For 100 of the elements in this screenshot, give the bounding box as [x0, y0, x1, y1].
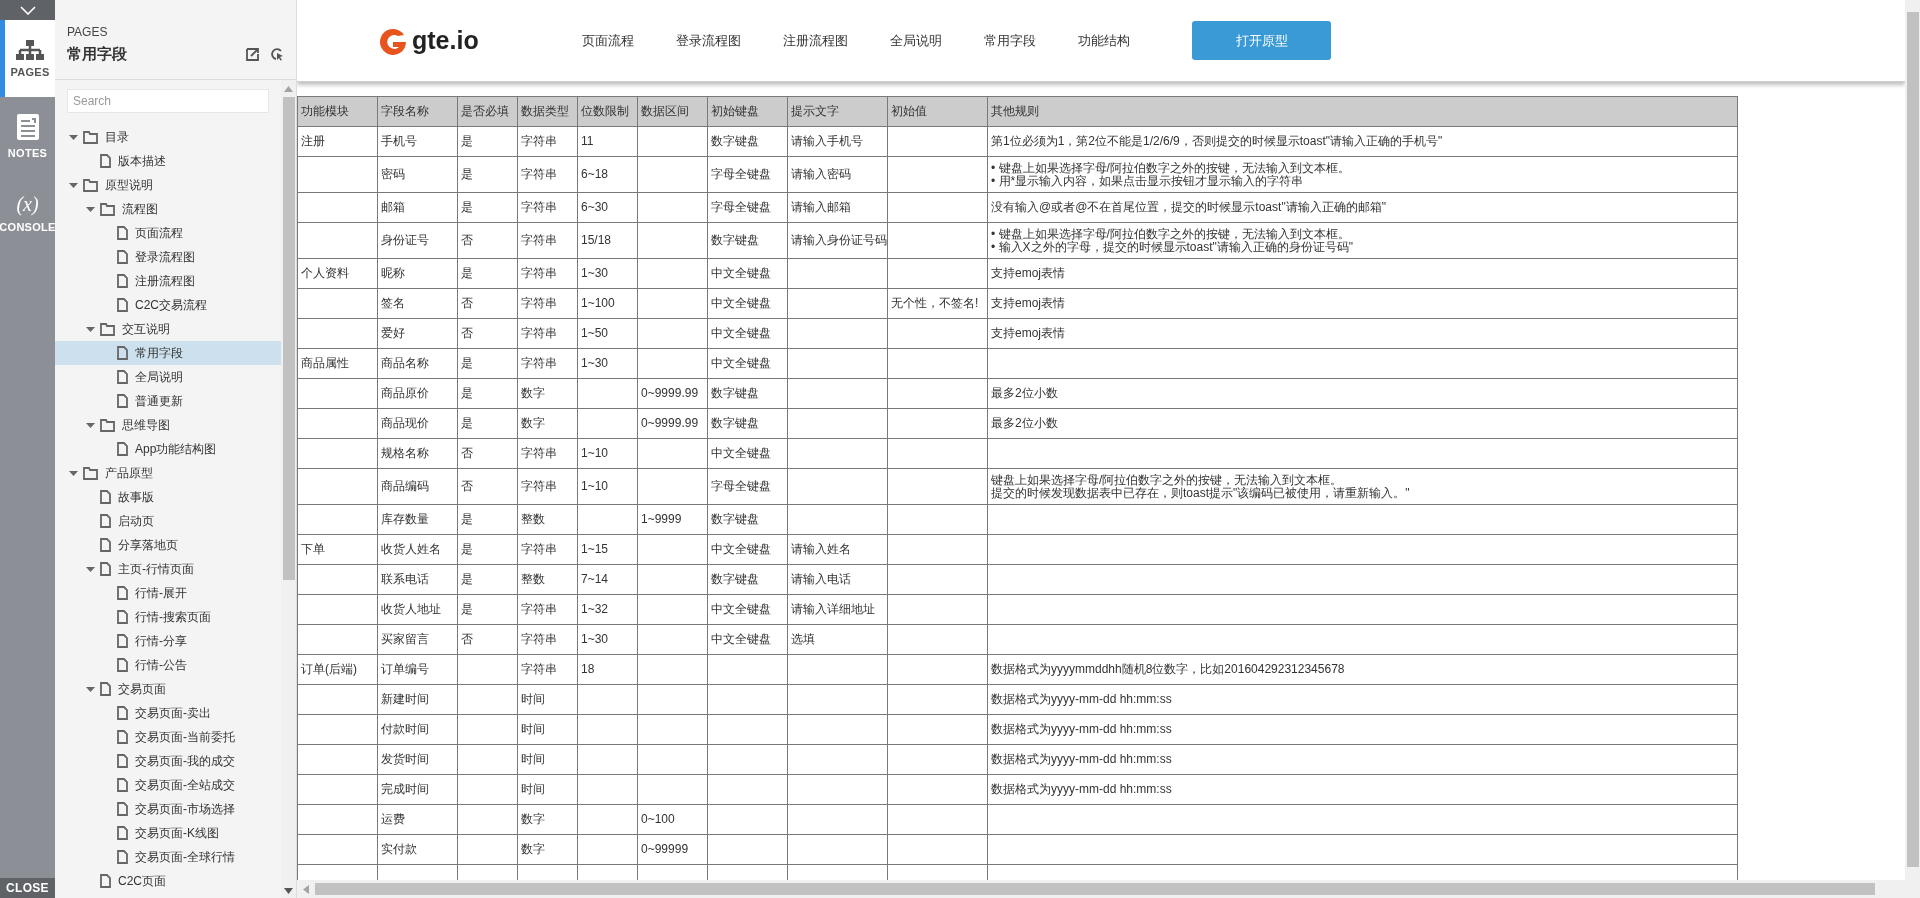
nav-link[interactable]: 登录流程图 [676, 30, 741, 51]
tree-item[interactable]: 行情-搜索页面 [55, 605, 281, 629]
table-cell: 字符串 [517, 594, 578, 625]
table-cell: 数字键盘 [707, 408, 788, 439]
panel-title: 常用字段 [67, 44, 128, 64]
tree-item[interactable]: 注册流程图 [55, 269, 281, 293]
table-cell: 请输入身份证号码 [787, 222, 888, 259]
page-icon [100, 514, 111, 528]
tree-item[interactable]: 全局说明 [55, 365, 281, 389]
table-cell: 数据格式为yyyy-mm-dd hh:mm:ss [987, 744, 1738, 775]
table-cell: 0~9999.99 [637, 408, 708, 439]
scrollbar-thumb[interactable] [1906, 12, 1919, 867]
table-cell: 支持emoj表情 [987, 288, 1738, 319]
tree-item[interactable]: 交易页面 [55, 677, 281, 701]
pages-tab[interactable]: PAGES [0, 20, 55, 97]
tree-item[interactable]: C2C交易流程 [55, 293, 281, 317]
tree-item[interactable]: 故事版 [55, 485, 281, 509]
folder-icon [100, 322, 115, 336]
tree-item[interactable]: 版本描述 [55, 149, 281, 173]
table-cell: 否 [457, 318, 518, 349]
table-cell: 1~30 [577, 348, 638, 379]
tree-item[interactable]: 登录流程图 [55, 245, 281, 269]
tree-item[interactable]: 常用字段 [55, 341, 281, 365]
page-icon [100, 154, 111, 168]
table-cell: 时间 [517, 684, 578, 715]
page-icon [117, 730, 128, 744]
search-field[interactable]: Search [67, 89, 269, 113]
table-cell: 字符串 [517, 654, 578, 685]
tree-item[interactable]: 启动页 [55, 509, 281, 533]
table-cell: 商品名称 [377, 348, 458, 379]
nav-link[interactable]: 功能结构 [1078, 30, 1130, 51]
table-cell: 字母全键盘 [707, 156, 788, 193]
table-cell: 键盘上如果选择字母/阿拉伯数字之外的按键，无法输入到文本框。 提交的时候发现数据表中已存在，则toast提示"该编码已被使用，请重新输入。" [987, 468, 1738, 505]
table-cell: 1~10 [577, 468, 638, 505]
tree-item[interactable]: 行情-分享 [55, 629, 281, 653]
table-cell: 实付款 [377, 834, 458, 865]
tree-item[interactable]: 思维导图 [55, 413, 281, 437]
tree-item[interactable]: 交易页面-全球行情 [55, 845, 281, 869]
table-cell: 商品属性 [297, 348, 378, 379]
table-cell: 字符串 [517, 222, 578, 259]
table-cell: 0~9999.99 [637, 378, 708, 409]
close-button[interactable]: CLOSE [0, 878, 55, 898]
table-cell: 中文全键盘 [707, 288, 788, 319]
page-icon [117, 226, 128, 240]
tree-item[interactable]: 产品原型 [55, 461, 281, 485]
horizontal-scrollbar[interactable] [297, 880, 1905, 898]
tree-item[interactable]: 交易页面-当前委托 [55, 725, 281, 749]
tree-item[interactable]: App功能结构图 [55, 437, 281, 461]
scroll-down-icon[interactable] [284, 888, 293, 894]
variable-icon: (x) [16, 192, 39, 215]
vertical-scrollbar[interactable] [281, 80, 296, 898]
scroll-left-icon[interactable] [303, 884, 309, 894]
page-icon [117, 850, 128, 864]
tree-item[interactable]: 普通更新 [55, 389, 281, 413]
table-cell: 联系电话 [377, 564, 458, 595]
logo-text: gte.io [412, 24, 479, 56]
tree-item[interactable]: 原型说明 [55, 173, 281, 197]
folder-icon [100, 418, 115, 432]
tree-item[interactable]: 交易页面-全站成交 [55, 773, 281, 797]
chevron-down-icon [19, 5, 36, 15]
collapse-button[interactable] [0, 0, 55, 20]
nav-link[interactable]: 常用字段 [984, 30, 1036, 51]
scroll-up-icon[interactable] [284, 86, 293, 92]
scrollbar-thumb[interactable] [315, 883, 1875, 895]
nav-link[interactable]: 页面流程 [582, 30, 634, 51]
table-cell: 付款时间 [377, 714, 458, 745]
tree-item[interactable]: 交易页面-我的成交 [55, 749, 281, 773]
table-cell: 是 [457, 378, 518, 409]
tree-item[interactable]: C2C页面 [55, 869, 281, 893]
export-icon[interactable] [246, 47, 260, 62]
nav-link[interactable]: 注册流程图 [783, 30, 848, 51]
table-cell: 请输入姓名 [787, 534, 888, 565]
vertical-scrollbar[interactable] [1905, 0, 1920, 898]
tree-item[interactable]: 目录 [55, 125, 281, 149]
tree-item[interactable]: 交易页面-市场选择 [55, 797, 281, 821]
collapse-arrow-icon [85, 566, 95, 572]
table-cell: 爱好 [377, 318, 458, 349]
tree-item[interactable]: 流程图 [55, 197, 281, 221]
tree-item[interactable]: 主页-行情页面 [55, 557, 281, 581]
table-cell: 7~14 [577, 564, 638, 595]
table-cell: 数字键盘 [707, 222, 788, 259]
table-cell: 字符串 [517, 318, 578, 349]
tree-item[interactable]: 分享落地页 [55, 533, 281, 557]
table-cell: 1~50 [577, 318, 638, 349]
refresh-cursor-icon[interactable] [270, 47, 284, 62]
scrollbar-thumb[interactable] [282, 97, 295, 580]
table-cell: 6~18 [577, 156, 638, 193]
page-icon [117, 370, 128, 384]
tree-item[interactable]: 行情-公告 [55, 653, 281, 677]
tree-item[interactable]: 交易页面-卖出 [55, 701, 281, 725]
table-cell: 手机号 [377, 126, 458, 157]
tree-item[interactable]: 交互说明 [55, 317, 281, 341]
table-cell: 订单(后端) [297, 654, 378, 685]
tree-item[interactable]: 页面流程 [55, 221, 281, 245]
table-cell: 数据格式为yyyy-mm-dd hh:mm:ss [987, 684, 1738, 715]
tree-item[interactable]: 行情-展开 [55, 581, 281, 605]
table-cell: 完成时间 [377, 774, 458, 805]
table-cell: 密码 [377, 156, 458, 193]
nav-link[interactable]: 全局说明 [890, 30, 942, 51]
tree-item[interactable]: 交易页面-K线图 [55, 821, 281, 845]
